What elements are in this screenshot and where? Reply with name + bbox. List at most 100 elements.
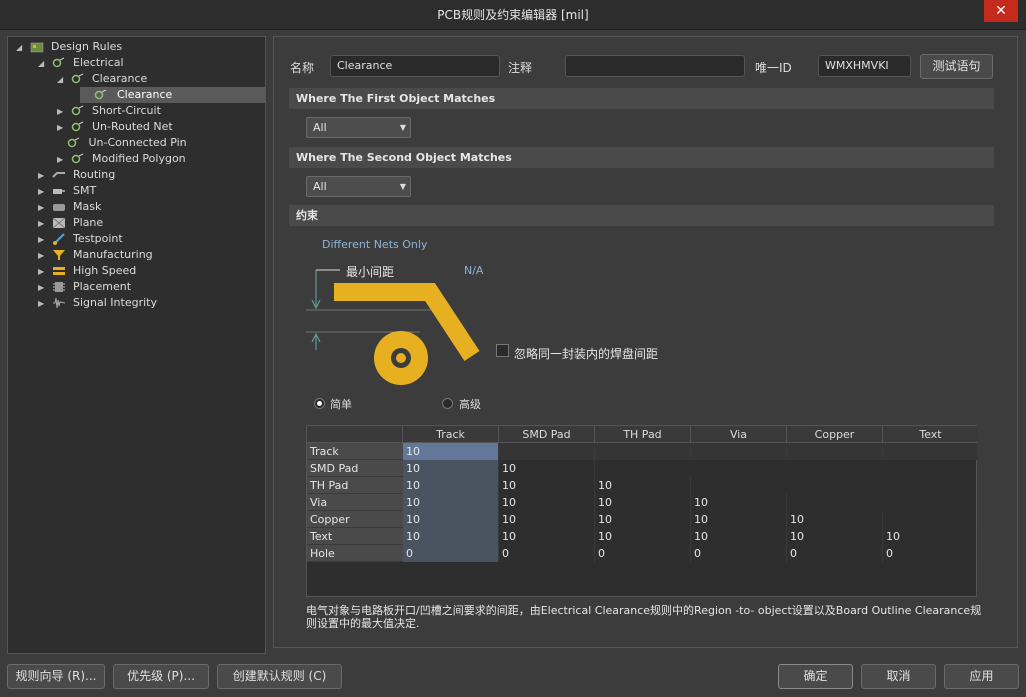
- matrix-cell[interactable]: 10: [499, 477, 595, 494]
- matrix-cell[interactable]: 10: [691, 528, 787, 545]
- uid-field[interactable]: WMXHMVKI: [818, 55, 911, 77]
- column-header: SMD Pad: [499, 426, 595, 443]
- collapse-arrow-icon[interactable]: ◢: [38, 56, 48, 72]
- matrix-cell[interactable]: 10: [499, 528, 595, 545]
- row-header: Via: [307, 494, 403, 511]
- routing-icon: [51, 172, 65, 178]
- clearance-diagram: [306, 269, 480, 385]
- close-button[interactable]: ✕: [984, 0, 1018, 22]
- matrix-cell[interactable]: 10: [787, 511, 883, 528]
- expand-arrow-icon[interactable]: ▶: [38, 264, 48, 280]
- name-field[interactable]: Clearance: [330, 55, 500, 77]
- matrix-cell[interactable]: 10: [595, 528, 691, 545]
- matrix-cell[interactable]: 10: [499, 511, 595, 528]
- matrix-cell[interactable]: 10: [403, 443, 499, 460]
- apply-button[interactable]: 应用: [944, 664, 1019, 689]
- first-match-combo[interactable]: All ▼: [306, 117, 411, 138]
- matrix-cell[interactable]: 10: [595, 494, 691, 511]
- expand-arrow-icon[interactable]: ▶: [57, 152, 67, 168]
- expand-arrow-icon[interactable]: ▶: [57, 120, 67, 136]
- tree-item-testpoint[interactable]: ▶ Testpoint: [38, 231, 123, 247]
- matrix-cell-empty: [883, 443, 978, 460]
- priority-button[interactable]: 优先级 (P)...: [113, 664, 209, 689]
- tree-item-unrouted-net[interactable]: ▶ Un-Routed Net: [57, 119, 173, 135]
- tree-item-modified-polygon[interactable]: ▶ Modified Polygon: [57, 151, 186, 167]
- unconnected-pin-icon: [67, 137, 80, 148]
- tree-item-mask[interactable]: ▶ Mask: [38, 199, 101, 215]
- matrix-cell[interactable]: 0: [787, 545, 883, 562]
- matrix-cell[interactable]: 10: [787, 528, 883, 545]
- matrix-cell[interactable]: 10: [883, 528, 978, 545]
- matrix-cell[interactable]: 10: [691, 494, 787, 511]
- row-header: TH Pad: [307, 477, 403, 494]
- matrix-cell[interactable]: 0: [403, 545, 499, 562]
- matrix-cell[interactable]: 0: [595, 545, 691, 562]
- constraints-header: 约束: [289, 205, 994, 226]
- matrix-cell[interactable]: 10: [403, 528, 499, 545]
- matrix-cell-empty: [595, 443, 691, 460]
- manufacturing-icon: [52, 250, 65, 260]
- expand-arrow-icon[interactable]: ▶: [38, 200, 48, 216]
- dropdown-arrow-icon: ▼: [399, 182, 406, 191]
- tree-item-smt[interactable]: ▶ SMT: [38, 183, 96, 199]
- matrix-cell[interactable]: 0: [691, 545, 787, 562]
- matrix-cell-empty: [691, 443, 787, 460]
- expand-arrow-icon[interactable]: ▶: [38, 296, 48, 312]
- tree-item-short-circuit[interactable]: ▶ Short-Circuit: [57, 103, 161, 119]
- expand-arrow-icon[interactable]: ▶: [38, 184, 48, 200]
- tree-item-clearance-group[interactable]: ◢ Clearance: [57, 71, 147, 87]
- rule-wizard-button[interactable]: 规则向导 (R)...: [7, 664, 105, 689]
- cancel-button[interactable]: 取消: [861, 664, 936, 689]
- tree-item-placement[interactable]: ▶ Placement: [38, 279, 131, 295]
- tree-item-signal-integrity[interactable]: ▶ Signal Integrity: [38, 295, 157, 311]
- expand-arrow-icon[interactable]: ▶: [38, 232, 48, 248]
- tree-item-routing[interactable]: ▶ Routing: [38, 167, 115, 183]
- simple-radio[interactable]: [314, 396, 325, 409]
- second-match-header: Where The Second Object Matches: [289, 147, 994, 168]
- first-match-value: All: [313, 121, 327, 134]
- placement-icon: [52, 282, 65, 292]
- row-header: Hole: [307, 545, 403, 562]
- matrix-cell[interactable]: 10: [499, 460, 595, 477]
- testpoint-icon: [52, 233, 65, 245]
- first-match-header: Where The First Object Matches: [289, 88, 994, 109]
- comment-field[interactable]: [565, 55, 745, 77]
- matrix-cell[interactable]: 10: [403, 511, 499, 528]
- matrix-cell[interactable]: 10: [403, 460, 499, 477]
- matrix-cell[interactable]: 10: [691, 511, 787, 528]
- expand-arrow-icon[interactable]: ▶: [38, 280, 48, 296]
- matrix-cell[interactable]: 10: [595, 477, 691, 494]
- tree-item-clearance-rule[interactable]: Clearance: [80, 87, 265, 103]
- expand-arrow-icon[interactable]: ▶: [38, 168, 48, 184]
- short-circuit-icon: [71, 105, 83, 116]
- collapse-arrow-icon[interactable]: ◢: [16, 40, 26, 56]
- ignore-pads-checkbox[interactable]: [496, 344, 509, 357]
- unrouted-net-icon: [71, 121, 83, 132]
- tree-item-design-rules[interactable]: ◢ Design Rules: [16, 39, 122, 55]
- clearance-rule-icon: [71, 73, 83, 84]
- matrix-cell[interactable]: 0: [883, 545, 978, 562]
- expand-arrow-icon[interactable]: ▶: [38, 248, 48, 264]
- advanced-radio[interactable]: [442, 396, 453, 409]
- tree-item-unconnected-pin[interactable]: Un-Connected Pin: [67, 135, 187, 151]
- high-speed-icon: [52, 267, 65, 275]
- matrix-cell[interactable]: 10: [595, 511, 691, 528]
- name-label: 名称: [290, 61, 315, 75]
- test-query-button[interactable]: 测试语句: [920, 54, 993, 79]
- expand-arrow-icon[interactable]: ▶: [57, 104, 67, 120]
- matrix-cell[interactable]: 10: [403, 477, 499, 494]
- different-nets-label: Different Nets Only: [322, 238, 428, 251]
- tree-item-high-speed[interactable]: ▶ High Speed: [38, 263, 136, 279]
- collapse-arrow-icon[interactable]: ◢: [57, 72, 67, 88]
- tree-item-electrical[interactable]: ◢ Electrical: [38, 55, 124, 71]
- tree-item-manufacturing[interactable]: ▶ Manufacturing: [38, 247, 153, 263]
- second-match-combo[interactable]: All ▼: [306, 176, 411, 197]
- matrix-cell[interactable]: 10: [499, 494, 595, 511]
- signal-integrity-icon: [52, 297, 65, 309]
- tree-item-plane[interactable]: ▶ Plane: [38, 215, 103, 231]
- matrix-cell[interactable]: 0: [499, 545, 595, 562]
- ok-button[interactable]: 确定: [778, 664, 853, 689]
- matrix-cell[interactable]: 10: [403, 494, 499, 511]
- expand-arrow-icon[interactable]: ▶: [38, 216, 48, 232]
- create-default-rules-button[interactable]: 创建默认规则 (C): [217, 664, 342, 689]
